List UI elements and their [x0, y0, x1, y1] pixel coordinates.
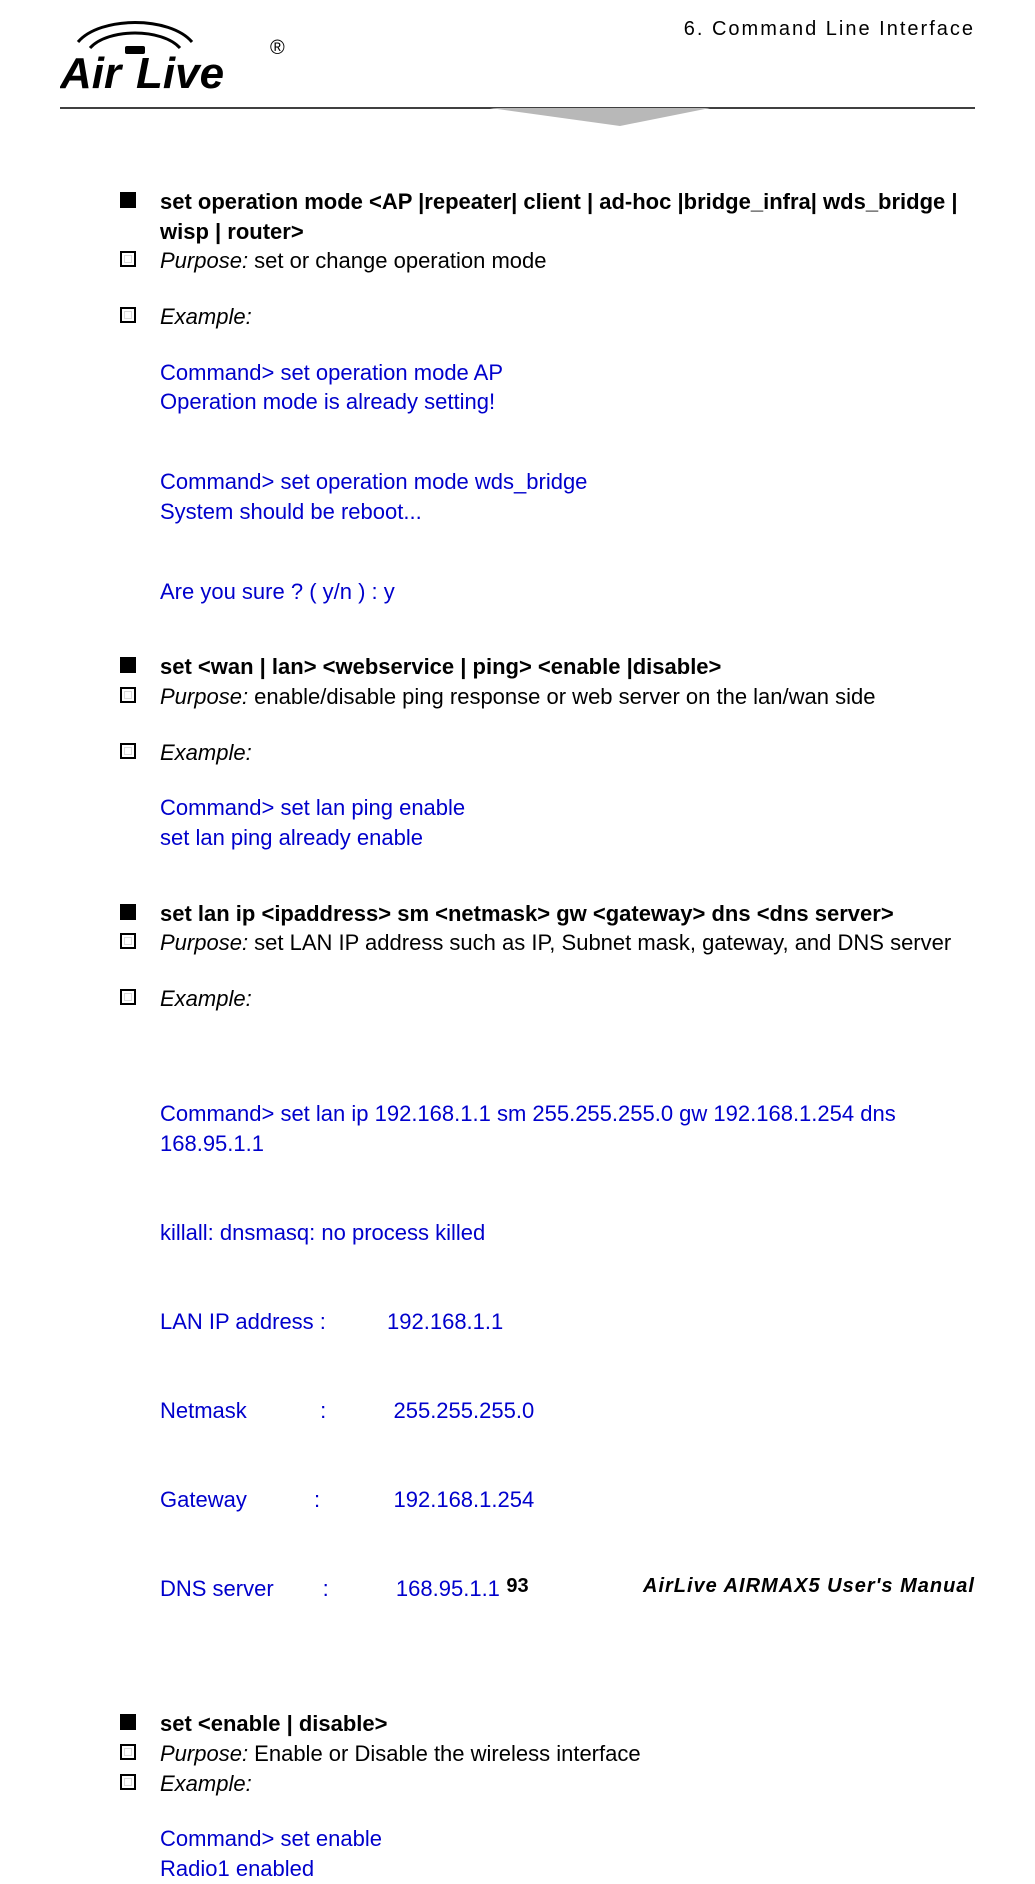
page: Air Live ® 6. Command Line Interface set…	[0, 0, 1035, 1618]
bullet-hollow-icon	[120, 1744, 136, 1760]
purpose-label: Purpose:	[160, 930, 248, 955]
command-title: set <enable | disable>	[160, 1709, 388, 1739]
example-line: Command> set lan ping enable	[160, 793, 975, 823]
example-label: Example:	[160, 984, 252, 1014]
command-section-4: set <enable | disable> Purpose: Enable o…	[120, 1709, 975, 1883]
purpose-text: enable/disable ping response or web serv…	[248, 684, 875, 709]
airlive-logo-icon: Air Live ®	[60, 20, 320, 98]
example-output: Command> set lan ping enable set lan pin…	[160, 793, 975, 852]
purpose-label: Purpose:	[160, 248, 248, 273]
example-line: System should be reboot...	[160, 497, 975, 527]
bullet-hollow-icon	[120, 933, 136, 949]
bullet-filled-icon	[120, 192, 136, 208]
bullet-hollow-icon	[120, 989, 136, 1005]
example-line: killall: dnsmasq: no process killed	[160, 1218, 975, 1248]
purpose-text: set LAN IP address such as IP, Subnet ma…	[248, 930, 951, 955]
svg-text:®: ®	[270, 37, 285, 59]
svg-text:Air: Air	[60, 49, 124, 98]
command-title: set <wan | lan> <webservice | ping> <ena…	[160, 652, 721, 682]
example-line: set lan ping already enable	[160, 823, 975, 853]
purpose-line: Purpose: set or change operation mode	[160, 246, 546, 276]
example-line: Command> set lan ip 192.168.1.1 sm 255.2…	[160, 1099, 975, 1158]
purpose-text: Enable or Disable the wireless interface	[248, 1741, 641, 1766]
example-line: Command> set operation mode wds_bridge	[160, 467, 975, 497]
bullet-hollow-icon	[120, 251, 136, 267]
bullet-hollow-icon	[120, 687, 136, 703]
svg-text:Live: Live	[136, 49, 224, 98]
example-line: Operation mode is already setting!	[160, 387, 975, 417]
bullet-filled-icon	[120, 1714, 136, 1730]
purpose-line: Purpose: enable/disable ping response or…	[160, 682, 875, 712]
example-line: Command> set operation mode AP	[160, 358, 975, 388]
purpose-text: set or change operation mode	[248, 248, 546, 273]
example-line: Are you sure ? ( y/n ) : y	[160, 577, 975, 607]
example-line: Radio1 enabled	[160, 1854, 975, 1884]
page-footer: 93 AirLive AIRMAX5 User's Manual	[0, 1575, 1035, 1598]
page-header: Air Live ® 6. Command Line Interface	[60, 20, 975, 98]
example-line: LAN IP address : 192.168.1.1	[160, 1307, 975, 1337]
example-line: Gateway : 192.168.1.254	[160, 1485, 975, 1515]
purpose-line: Purpose: set LAN IP address such as IP, …	[160, 928, 951, 958]
example-label: Example:	[160, 738, 252, 768]
example-label: Example:	[160, 302, 252, 332]
bullet-filled-icon	[120, 657, 136, 673]
example-output: Command> set enable Radio1 enabled	[160, 1824, 975, 1883]
command-title: set lan ip <ipaddress> sm <netmask> gw <…	[160, 899, 894, 929]
command-title: set operation mode <AP |repeater| client…	[160, 187, 975, 246]
purpose-label: Purpose:	[160, 684, 248, 709]
bullet-hollow-icon	[120, 1774, 136, 1790]
content-area: set operation mode <AP |repeater| client…	[120, 187, 975, 1884]
example-line: Command> set enable	[160, 1824, 975, 1854]
command-section-1: set operation mode <AP |repeater| client…	[120, 187, 975, 606]
bullet-hollow-icon	[120, 743, 136, 759]
manual-title: AirLive AIRMAX5 User's Manual	[643, 1575, 975, 1598]
example-label: Example:	[160, 1769, 252, 1799]
brand-logo: Air Live ®	[60, 20, 330, 98]
command-section-3: set lan ip <ipaddress> sm <netmask> gw <…	[120, 899, 975, 1664]
example-output: Command> set lan ip 192.168.1.1 sm 255.2…	[160, 1040, 975, 1663]
page-number: 93	[506, 1575, 528, 1598]
chapter-title: 6. Command Line Interface	[684, 18, 975, 41]
bullet-filled-icon	[120, 904, 136, 920]
header-divider	[60, 104, 975, 132]
purpose-label: Purpose:	[160, 1741, 248, 1766]
example-output: Command> set operation mode AP Operation…	[160, 358, 975, 606]
command-section-2: set <wan | lan> <webservice | ping> <ena…	[120, 652, 975, 852]
example-line: Netmask : 255.255.255.0	[160, 1396, 975, 1426]
purpose-line: Purpose: Enable or Disable the wireless …	[160, 1739, 641, 1769]
bullet-hollow-icon	[120, 307, 136, 323]
